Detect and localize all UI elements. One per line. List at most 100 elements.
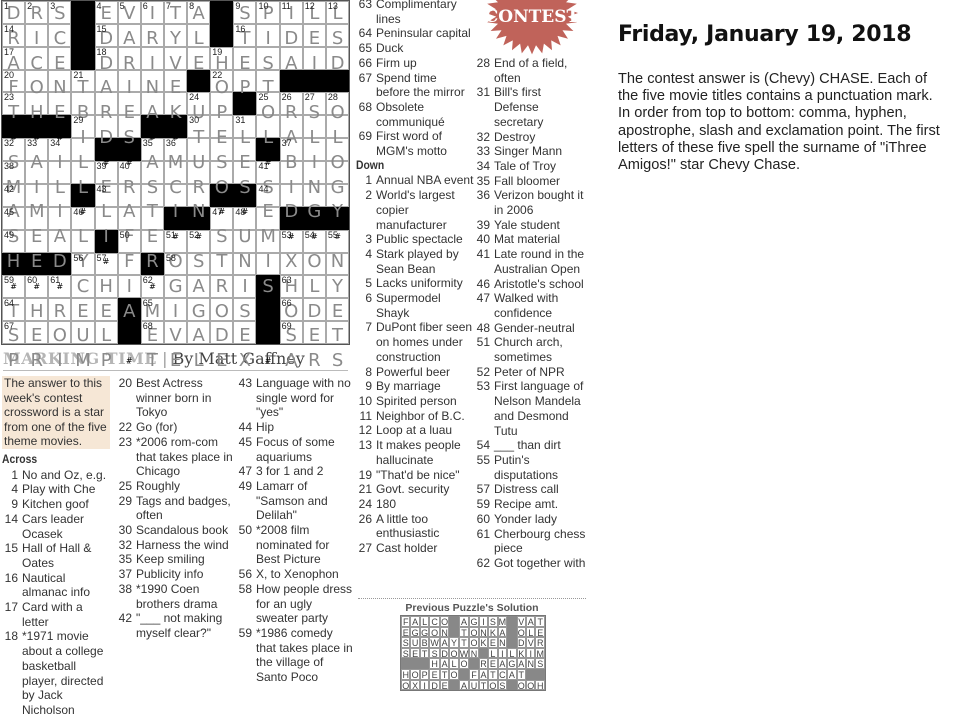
grid-cell[interactable] bbox=[94, 69, 118, 93]
grid-cell[interactable] bbox=[256, 206, 280, 230]
grid-cell[interactable] bbox=[233, 229, 257, 253]
grid-cell[interactable]: 40 bbox=[117, 161, 141, 184]
grid-cell[interactable] bbox=[256, 115, 280, 139]
grid-cell[interactable] bbox=[25, 321, 49, 344]
grid-cell[interactable] bbox=[48, 298, 72, 322]
grid-cell[interactable] bbox=[233, 138, 257, 162]
grid-cell[interactable] bbox=[48, 46, 72, 70]
grid-cell[interactable]: 57 bbox=[94, 252, 118, 276]
grid-cell[interactable] bbox=[25, 298, 49, 322]
grid-cell[interactable] bbox=[187, 161, 211, 184]
grid-cell[interactable]: 25 bbox=[256, 92, 280, 116]
grid-cell[interactable]: 60 bbox=[25, 275, 49, 299]
grid-cell[interactable] bbox=[325, 298, 349, 322]
grid-cell[interactable] bbox=[117, 206, 141, 230]
grid-cell[interactable] bbox=[210, 229, 234, 253]
grid-cell[interactable] bbox=[233, 46, 257, 70]
grid-cell[interactable]: 53 bbox=[279, 229, 303, 253]
grid-cell[interactable] bbox=[187, 183, 211, 207]
grid-cell[interactable]: 52 bbox=[187, 229, 211, 253]
grid-cell[interactable]: 18 bbox=[94, 46, 118, 70]
grid-cell[interactable] bbox=[48, 321, 72, 344]
grid-cell[interactable] bbox=[302, 252, 326, 276]
grid-cell[interactable]: 29 bbox=[71, 115, 95, 139]
grid-cell[interactable] bbox=[48, 183, 72, 207]
grid-cell[interactable] bbox=[325, 138, 349, 162]
grid-cell[interactable] bbox=[117, 46, 141, 70]
grid-cell[interactable]: 20 bbox=[2, 69, 26, 93]
grid-cell[interactable] bbox=[140, 23, 164, 47]
grid-cell[interactable]: 15 bbox=[94, 23, 118, 47]
grid-cell[interactable] bbox=[140, 206, 164, 230]
grid-cell[interactable] bbox=[210, 115, 234, 139]
grid-cell[interactable]: 33 bbox=[25, 138, 49, 162]
grid-cell[interactable] bbox=[163, 183, 188, 207]
grid-cell[interactable]: 47 bbox=[210, 206, 234, 230]
grid-cell[interactable] bbox=[140, 183, 164, 207]
grid-cell[interactable]: 5 bbox=[117, 1, 141, 24]
grid-cell[interactable] bbox=[71, 321, 95, 344]
grid-cell[interactable]: 19 bbox=[210, 46, 234, 70]
grid-cell[interactable]: 26 bbox=[279, 92, 303, 116]
grid-cell[interactable] bbox=[233, 275, 257, 299]
grid-cell[interactable] bbox=[140, 229, 164, 253]
grid-cell[interactable] bbox=[302, 183, 326, 207]
grid-cell[interactable] bbox=[233, 69, 257, 93]
grid-cell[interactable] bbox=[325, 115, 349, 139]
grid-cell[interactable] bbox=[71, 275, 95, 299]
grid-cell[interactable]: 36 bbox=[163, 138, 188, 162]
grid-cell[interactable] bbox=[140, 69, 164, 93]
grid-cell[interactable] bbox=[233, 252, 257, 276]
grid-cell[interactable]: 58 bbox=[163, 252, 188, 276]
grid-cell[interactable]: 50 bbox=[117, 229, 141, 253]
grid-cell[interactable] bbox=[163, 321, 188, 344]
grid-cell[interactable] bbox=[325, 321, 349, 344]
grid-cell[interactable] bbox=[187, 298, 211, 322]
grid-cell[interactable] bbox=[187, 46, 211, 70]
grid-cell[interactable] bbox=[163, 46, 188, 70]
grid-cell[interactable] bbox=[210, 252, 234, 276]
grid-cell[interactable]: 37 bbox=[279, 138, 303, 162]
grid-cell[interactable] bbox=[187, 321, 211, 344]
grid-cell[interactable] bbox=[163, 275, 188, 299]
grid-cell[interactable] bbox=[25, 183, 49, 207]
grid-cell[interactable]: 21 bbox=[71, 69, 95, 93]
grid-cell[interactable] bbox=[279, 252, 303, 276]
grid-cell[interactable] bbox=[71, 92, 95, 116]
grid-cell[interactable] bbox=[325, 23, 349, 47]
grid-cell[interactable]: 41 bbox=[256, 161, 280, 184]
grid-cell[interactable] bbox=[302, 46, 326, 70]
grid-cell[interactable] bbox=[71, 298, 95, 322]
grid-cell[interactable] bbox=[25, 46, 49, 70]
grid-cell[interactable] bbox=[325, 252, 349, 276]
grid-cell[interactable]: 12 bbox=[302, 1, 326, 24]
grid-cell[interactable]: 16 bbox=[233, 23, 257, 47]
grid-cell[interactable]: 48 bbox=[233, 206, 257, 230]
grid-cell[interactable] bbox=[210, 92, 234, 116]
grid-cell[interactable]: 17 bbox=[2, 46, 26, 70]
grid-cell[interactable] bbox=[94, 92, 118, 116]
grid-cell[interactable]: 9 bbox=[233, 1, 257, 24]
grid-cell[interactable] bbox=[187, 23, 211, 47]
grid-cell[interactable]: 4 bbox=[94, 1, 118, 24]
grid-cell[interactable] bbox=[25, 23, 49, 47]
grid-cell[interactable] bbox=[71, 161, 95, 184]
grid-cell[interactable]: 56 bbox=[71, 252, 95, 276]
grid-cell[interactable] bbox=[25, 206, 49, 230]
grid-cell[interactable]: 38 bbox=[2, 161, 26, 184]
grid-cell[interactable] bbox=[279, 115, 303, 139]
grid-cell[interactable] bbox=[117, 23, 141, 47]
grid-cell[interactable] bbox=[117, 252, 141, 276]
grid-cell[interactable]: 54 bbox=[302, 229, 326, 253]
grid-cell[interactable]: 27 bbox=[302, 92, 326, 116]
grid-cell[interactable] bbox=[25, 92, 49, 116]
grid-cell[interactable] bbox=[48, 23, 72, 47]
grid-cell[interactable] bbox=[71, 138, 95, 162]
grid-cell[interactable] bbox=[48, 206, 72, 230]
grid-cell[interactable] bbox=[302, 161, 326, 184]
grid-cell[interactable] bbox=[94, 206, 118, 230]
grid-cell[interactable]: 43 bbox=[94, 183, 118, 207]
grid-cell[interactable]: 46 bbox=[71, 206, 95, 230]
grid-cell[interactable] bbox=[71, 229, 95, 253]
grid-cell[interactable]: 55 bbox=[325, 229, 349, 253]
